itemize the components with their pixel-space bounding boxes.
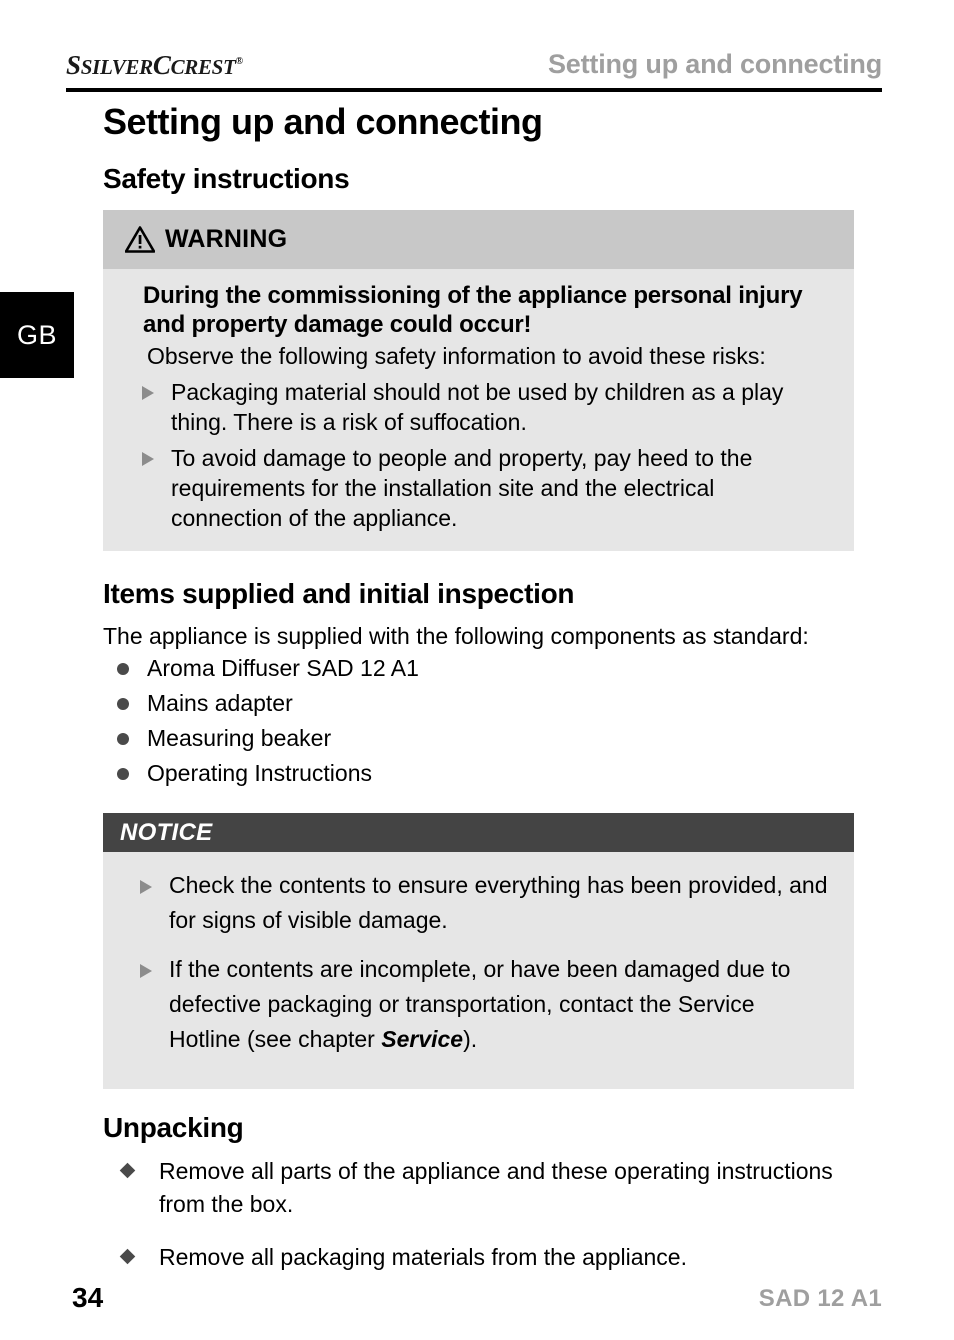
dot-bullet-icon xyxy=(117,698,129,710)
service-chapter-reference: Service xyxy=(381,1026,464,1052)
notice-box-body: Check the contents to ensure everything … xyxy=(103,852,854,1089)
header-divider xyxy=(66,88,882,92)
page-header: SSILVERCCREST® Setting up and connecting xyxy=(0,0,954,92)
list-item-text: Remove all parts of the appliance and th… xyxy=(159,1158,833,1217)
items-supplied-list: Aroma Diffuser SAD 12 A1 Mains adapter M… xyxy=(103,651,854,791)
list-item-text: Aroma Diffuser SAD 12 A1 xyxy=(147,655,419,681)
warning-box: WARNING During the commissioning of the … xyxy=(103,210,854,551)
notice-label: NOTICE xyxy=(120,818,213,846)
model-designation: SAD 12 A1 xyxy=(758,1285,882,1312)
warning-lead-text: During the commissioning of the applianc… xyxy=(143,282,803,338)
unpacking-step-list: Remove all parts of the appliance and th… xyxy=(103,1155,854,1274)
page-title: Setting up and connecting xyxy=(103,101,543,142)
list-item-text: Check the contents to ensure everything … xyxy=(169,872,828,933)
list-item-text-suffix: ). xyxy=(463,1026,478,1052)
page-number: 34 xyxy=(72,1282,104,1313)
logo-silver-text: SILVER xyxy=(80,55,153,79)
triangle-bullet-icon xyxy=(140,964,152,978)
warning-sub-text: Observe the following safety information… xyxy=(147,343,766,369)
list-item-text-prefix: If the contents are incomplete, or have … xyxy=(169,956,791,1052)
list-item: Measuring beaker xyxy=(103,721,854,756)
triangle-bullet-icon xyxy=(140,880,152,894)
diamond-bullet-icon xyxy=(119,1162,136,1179)
list-item-text: Mains adapter xyxy=(147,690,293,716)
triangle-bullet-icon xyxy=(142,386,154,400)
list-item: Mains adapter xyxy=(103,686,854,721)
list-item: To avoid damage to people and property, … xyxy=(125,443,830,533)
dot-bullet-icon xyxy=(117,768,129,780)
list-item: Aroma Diffuser SAD 12 A1 xyxy=(103,651,854,686)
list-item-text: Remove all packaging materials from the … xyxy=(159,1244,687,1270)
section-heading-items-supplied: Items supplied and initial inspection xyxy=(103,578,575,609)
list-item-text: To avoid damage to people and property, … xyxy=(171,445,753,531)
notice-bullet-list: Check the contents to ensure everything … xyxy=(123,868,830,1057)
items-supplied-intro: The appliance is supplied with the follo… xyxy=(103,623,809,649)
list-item-text: Packaging material should not be used by… xyxy=(171,379,784,435)
section-heading-unpacking: Unpacking xyxy=(103,1112,244,1143)
language-tab-gb: GB xyxy=(0,292,74,378)
silvercrest-logo: SSILVERCCREST® xyxy=(66,50,243,81)
warning-bullet-list: Packaging material should not be used by… xyxy=(125,377,830,533)
diamond-bullet-icon xyxy=(119,1248,136,1265)
header-chapter-title: Setting up and connecting xyxy=(548,49,882,79)
page-content: Setting up and connecting Safety instruc… xyxy=(103,100,854,1294)
registered-trademark-icon: ® xyxy=(235,56,243,67)
list-item: If the contents are incomplete, or have … xyxy=(123,952,830,1057)
warning-label: WARNING xyxy=(165,225,288,253)
warning-triangle-icon xyxy=(125,226,155,253)
list-item: Check the contents to ensure everything … xyxy=(123,868,830,938)
logo-letter-c: C xyxy=(152,50,171,80)
list-item-text: Operating Instructions xyxy=(147,760,373,786)
logo-crest-text: CREST xyxy=(170,55,236,79)
notice-box-header: NOTICE xyxy=(103,813,854,852)
list-item: Packaging material should not be used by… xyxy=(125,377,830,437)
warning-box-header: WARNING xyxy=(103,210,854,269)
dot-bullet-icon xyxy=(117,733,129,745)
section-heading-safety-instructions: Safety instructions xyxy=(103,163,350,194)
page-footer: 34 SAD 12 A1 xyxy=(0,1270,954,1340)
dot-bullet-icon xyxy=(117,663,129,675)
triangle-bullet-icon xyxy=(142,452,154,466)
list-item-text: Measuring beaker xyxy=(147,725,332,751)
list-item: Operating Instructions xyxy=(103,756,854,791)
notice-box: NOTICE Check the contents to ensure ever… xyxy=(103,813,854,1089)
warning-box-body: During the commissioning of the applianc… xyxy=(103,269,854,551)
logo-letter-s: S xyxy=(66,50,81,80)
list-item: Remove all parts of the appliance and th… xyxy=(103,1155,854,1221)
